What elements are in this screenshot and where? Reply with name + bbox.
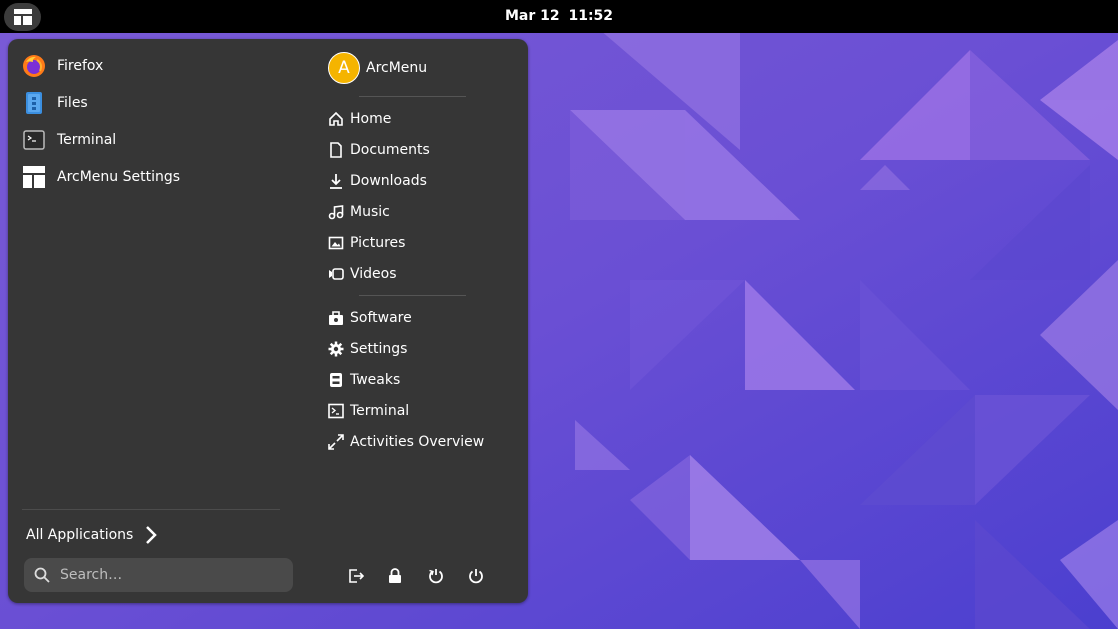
music-icon xyxy=(327,203,344,220)
restart-icon xyxy=(429,569,443,584)
clock-date: Mar 12 xyxy=(504,8,560,24)
tweaks-icon xyxy=(327,371,344,388)
favorite-label: Terminal xyxy=(57,131,117,148)
favorite-label: Firefox xyxy=(57,57,104,74)
favorite-item-terminal[interactable]: Terminal xyxy=(22,121,292,158)
arcmenu-settings-icon xyxy=(22,165,46,189)
avatar: A xyxy=(328,52,360,84)
favorite-item-files[interactable]: Files xyxy=(22,84,292,121)
software-icon xyxy=(327,309,344,326)
search-input[interactable] xyxy=(58,566,282,584)
place-label: Home xyxy=(350,110,392,127)
lock-icon xyxy=(389,568,401,583)
terminal-icon xyxy=(327,402,344,419)
system-label: Settings xyxy=(350,340,408,357)
place-item-downloads[interactable]: Downloads xyxy=(327,165,517,196)
user-item[interactable]: A ArcMenu xyxy=(328,52,427,84)
picture-icon xyxy=(327,234,344,251)
user-divider xyxy=(359,96,466,97)
favorite-item-arcmenu-settings[interactable]: ArcMenu Settings xyxy=(22,158,292,195)
favorite-label: ArcMenu Settings xyxy=(57,168,181,185)
download-icon xyxy=(327,172,344,189)
system-label: Activities Overview xyxy=(350,433,485,450)
system-item-activities-overview[interactable]: Activities Overview xyxy=(327,426,517,457)
activities-icon xyxy=(327,433,344,450)
chevron-right-icon xyxy=(145,525,158,545)
system-label: Tweaks xyxy=(350,371,401,388)
search-box[interactable] xyxy=(24,558,293,592)
places-divider xyxy=(359,295,466,296)
place-item-home[interactable]: Home xyxy=(327,103,517,134)
favorites-list: Firefox Files Terminal ArcMenu Settings xyxy=(22,47,292,195)
system-item-terminal[interactable]: Terminal xyxy=(327,395,517,426)
restart-button[interactable] xyxy=(428,566,468,586)
system-item-settings[interactable]: Settings xyxy=(327,333,517,364)
settings-icon xyxy=(327,340,344,357)
favorite-item-firefox[interactable]: Firefox xyxy=(22,47,292,84)
system-item-tweaks[interactable]: Tweaks xyxy=(327,364,517,395)
system-label: Terminal xyxy=(350,402,410,419)
files-icon xyxy=(22,91,46,115)
firefox-icon xyxy=(22,54,46,78)
left-divider xyxy=(22,509,280,510)
all-applications-label: All Applications xyxy=(26,527,134,543)
power-icon xyxy=(469,569,483,584)
log-out-button[interactable] xyxy=(348,566,388,586)
system-label: Software xyxy=(350,309,412,326)
system-item-software[interactable]: Software xyxy=(327,302,517,333)
place-label: Pictures xyxy=(350,234,406,251)
place-label: Documents xyxy=(350,141,430,158)
place-item-videos[interactable]: Videos xyxy=(327,258,517,289)
clock[interactable]: Mar 12 11:52 xyxy=(0,0,1118,33)
log-out-icon xyxy=(349,569,364,583)
place-label: Music xyxy=(350,203,390,220)
place-item-pictures[interactable]: Pictures xyxy=(327,227,517,258)
video-icon xyxy=(327,265,344,282)
place-item-music[interactable]: Music xyxy=(327,196,517,227)
user-name: ArcMenu xyxy=(366,60,428,76)
terminal-app-icon xyxy=(22,128,46,152)
arcmenu-popup: Firefox Files Terminal ArcMenu Settings … xyxy=(8,39,528,603)
power-off-button[interactable] xyxy=(468,566,508,586)
search-icon xyxy=(34,567,50,583)
system-list: Software Settings Tweaks Terminal Activi… xyxy=(327,302,517,457)
home-icon xyxy=(327,110,344,127)
top-bar: Mar 12 11:52 xyxy=(0,0,1118,33)
clock-time: 11:52 xyxy=(568,8,614,24)
session-buttons xyxy=(348,566,508,586)
favorite-label: Files xyxy=(57,94,88,111)
place-item-documents[interactable]: Documents xyxy=(327,134,517,165)
places-list: Home Documents Downloads Music Pictures xyxy=(327,103,517,289)
place-label: Videos xyxy=(350,265,397,282)
place-label: Downloads xyxy=(350,172,427,189)
document-icon xyxy=(327,141,344,158)
all-applications-button[interactable]: All Applications xyxy=(26,521,158,549)
lock-button[interactable] xyxy=(388,566,428,586)
